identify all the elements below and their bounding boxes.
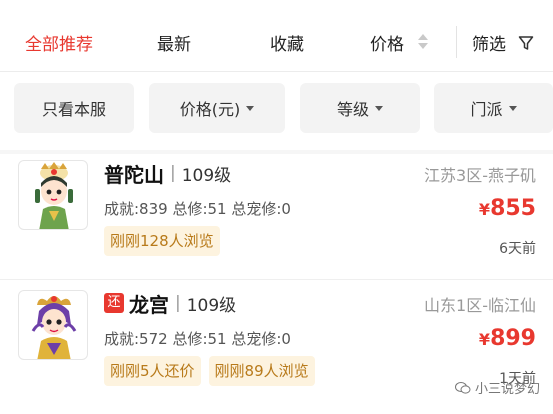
wechat-icon <box>455 381 471 394</box>
badge-row: 刚刚5人还价 刚刚89人浏览 <box>104 356 315 386</box>
tab-favorites[interactable]: 收藏 <box>270 30 304 55</box>
chip-level-label: 等级 <box>336 100 369 119</box>
watermark-text: 小三说梦幻 <box>475 382 541 397</box>
character-level: 109级 <box>181 165 232 186</box>
tab-recommended[interactable]: 全部推荐 <box>25 30 93 55</box>
character-level: 109级 <box>186 295 237 316</box>
views-badge: 刚刚89人浏览 <box>208 356 315 386</box>
listing-title: 普陀山 | 109级 <box>104 158 231 188</box>
chip-price-label: 价格(元) <box>179 100 241 119</box>
divider <box>456 26 457 58</box>
chip-same-server[interactable]: 只看本服 <box>14 83 134 133</box>
listing-price: ¥899 <box>479 326 536 351</box>
chip-school-label: 门派 <box>470 100 503 119</box>
chip-same-server-label: 只看本服 <box>41 100 106 119</box>
listed-time: 6天前 <box>499 241 536 257</box>
caret-down-icon <box>508 105 517 111</box>
school-name: 龙宫 <box>129 292 169 317</box>
character-stats: 成就:572 总修:51 总宠修:0 <box>104 330 291 348</box>
bargain-tag: 还 <box>104 293 124 313</box>
sort-bar: 全部推荐 最新 收藏 价格 筛选 <box>0 0 553 72</box>
chip-school[interactable]: 门派 <box>434 83 553 133</box>
character-avatar <box>18 160 88 230</box>
school-name: 普陀山 <box>104 162 164 187</box>
price-currency: ¥ <box>478 330 491 349</box>
price-value: 899 <box>490 326 536 351</box>
character-stats: 成就:839 总修:51 总宠修:0 <box>104 200 291 218</box>
chip-price[interactable]: 价格(元) <box>149 83 285 133</box>
tab-price[interactable]: 价格 <box>370 30 404 55</box>
listing-item[interactable]: 普陀山 | 109级 江苏3区-燕子矶 成就:839 总修:51 总宠修:0 ¥… <box>0 154 553 280</box>
chip-level[interactable]: 等级 <box>300 83 420 133</box>
price-value: 855 <box>490 196 536 221</box>
server-name: 江苏3区-燕子矶 <box>424 166 536 185</box>
listing-title: 还 龙宫 | 109级 <box>104 288 236 318</box>
server-name: 山东1区-临江仙 <box>424 296 536 315</box>
watermark: 小三说梦幻 <box>455 378 540 397</box>
caret-down-icon <box>246 105 255 111</box>
price-currency: ¥ <box>478 200 491 219</box>
funnel-icon[interactable] <box>518 35 534 51</box>
character-avatar <box>18 290 88 360</box>
tab-latest[interactable]: 最新 <box>157 30 191 55</box>
badge-row: 刚刚128人浏览 <box>104 226 220 256</box>
filter-button-label[interactable]: 筛选 <box>472 30 506 55</box>
filter-chips: 只看本服 价格(元) 等级 门派 <box>0 72 553 150</box>
sort-arrows-icon[interactable] <box>418 34 428 50</box>
caret-down-icon <box>375 105 383 111</box>
listing-price: ¥855 <box>479 196 536 221</box>
views-badge: 刚刚128人浏览 <box>104 226 220 256</box>
bargain-count-badge: 刚刚5人还价 <box>104 356 201 386</box>
